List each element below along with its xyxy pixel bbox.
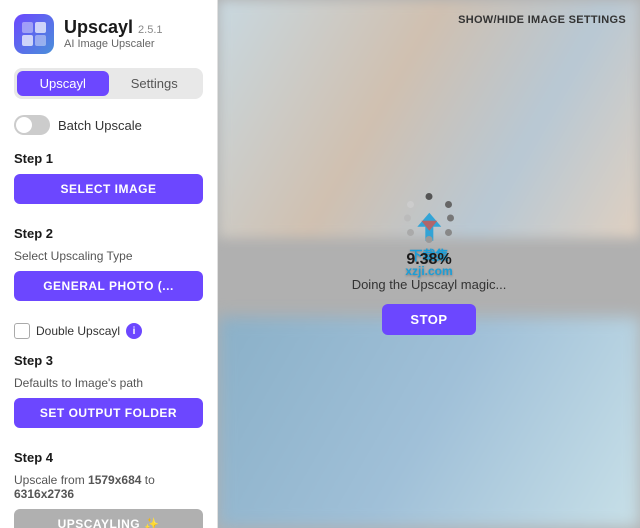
spinner-dot-2 bbox=[445, 201, 452, 208]
spinner-dot-6 bbox=[407, 229, 414, 236]
double-upscayl-checkbox[interactable] bbox=[14, 323, 30, 339]
stop-button[interactable]: STOP bbox=[382, 304, 475, 335]
main-area: SHOW/HIDE IMAGE SETTINGS 下载集 xzji.com bbox=[218, 0, 640, 528]
app-subtitle: AI Image Upscaler bbox=[64, 38, 163, 50]
step1-section: Step 1 SELECT IMAGE bbox=[14, 151, 203, 218]
spinner-dot-5 bbox=[426, 236, 433, 243]
step4-section: Step 4 Upscale from 1579x684 to 6316x273… bbox=[14, 450, 203, 528]
batch-upscale-row: Batch Upscale bbox=[14, 115, 203, 135]
spinner-dot-1 bbox=[426, 193, 433, 200]
tab-settings[interactable]: Settings bbox=[109, 71, 201, 96]
tab-bar: Upscayl Settings bbox=[14, 68, 203, 99]
loading-spinner bbox=[404, 193, 454, 243]
tab-upscayl[interactable]: Upscayl bbox=[17, 71, 109, 96]
step2-heading: Step 2 bbox=[14, 226, 203, 241]
step3-section: Step 3 Defaults to Image's path SET OUTP… bbox=[14, 353, 203, 442]
progress-percent: 9.38% bbox=[406, 251, 451, 269]
show-hide-image-settings-button[interactable]: SHOW/HIDE IMAGE SETTINGS bbox=[458, 14, 626, 26]
double-upscayl-row: Double Upscayl i bbox=[14, 323, 203, 339]
image-preview: 下载集 xzji.com 9.38% Doing the Upscayl mag… bbox=[218, 0, 640, 528]
app-title-block: Upscayl 2.5.1 AI Image Upscaler bbox=[64, 18, 163, 50]
upscaling-type-button[interactable]: GENERAL PHOTO (... bbox=[14, 271, 203, 301]
double-upscayl-label: Double Upscayl bbox=[36, 324, 120, 338]
app-version: 2.5.1 bbox=[138, 24, 162, 36]
app-logo bbox=[14, 14, 54, 54]
set-output-folder-button[interactable]: SET OUTPUT FOLDER bbox=[14, 398, 203, 428]
info-icon[interactable]: i bbox=[126, 323, 142, 339]
batch-upscale-label: Batch Upscale bbox=[58, 118, 142, 133]
step4-sublabel: Upscale from 1579x684 to 6316x2736 bbox=[14, 473, 203, 501]
sidebar: Upscayl 2.5.1 AI Image Upscaler Upscayl … bbox=[0, 0, 218, 528]
app-header: Upscayl 2.5.1 AI Image Upscaler bbox=[14, 14, 203, 54]
progress-message: Doing the Upscayl magic... bbox=[352, 277, 507, 292]
batch-upscale-toggle[interactable] bbox=[14, 115, 50, 135]
step4-heading: Step 4 bbox=[14, 450, 203, 465]
select-image-button[interactable]: SELECT IMAGE bbox=[14, 174, 203, 204]
step1-heading: Step 1 bbox=[14, 151, 203, 166]
step3-heading: Step 3 bbox=[14, 353, 203, 368]
step2-section: Step 2 Select Upscaling Type GENERAL PHO… bbox=[14, 226, 203, 315]
spinner-dot-4 bbox=[445, 229, 452, 236]
spinner-dot-7 bbox=[404, 215, 411, 222]
step3-sublabel: Defaults to Image's path bbox=[14, 376, 203, 390]
top-bar: SHOW/HIDE IMAGE SETTINGS bbox=[444, 0, 640, 38]
app-name: Upscayl bbox=[64, 18, 133, 38]
step2-sublabel: Select Upscaling Type bbox=[14, 249, 203, 263]
progress-overlay: 9.38% Doing the Upscayl magic... STOP bbox=[218, 0, 640, 528]
spinner-dot-8 bbox=[407, 201, 414, 208]
spinner-dot-3 bbox=[447, 215, 454, 222]
upscayling-button[interactable]: UPSCAYLING ✨ bbox=[14, 509, 203, 528]
